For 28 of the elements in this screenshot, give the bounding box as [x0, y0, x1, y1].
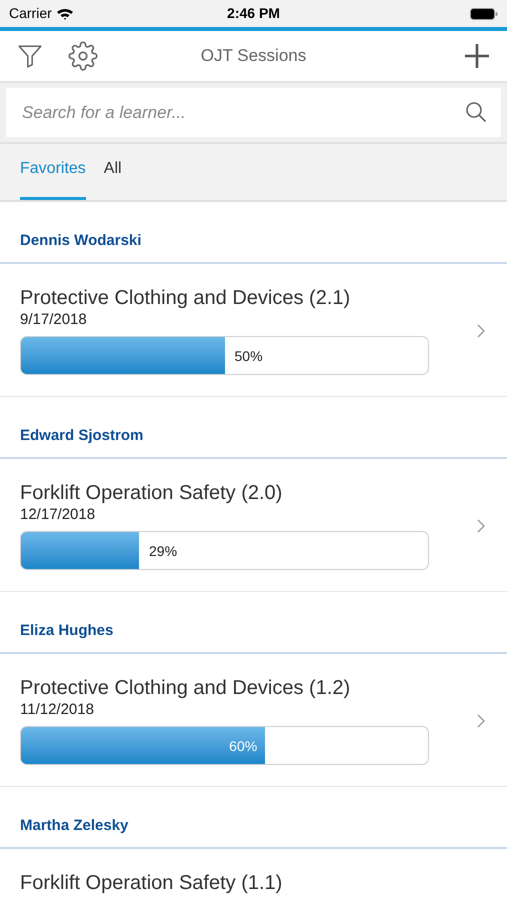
plus-icon[interactable]	[464, 43, 490, 69]
session-date: 9/17/2018	[20, 310, 88, 330]
filter-icon[interactable]	[17, 43, 43, 69]
clock: 2:46 PM	[227, 4, 280, 23]
tab[interactable]: All	[104, 157, 122, 200]
session-date: 11/12/2018	[20, 700, 95, 720]
learner-name: Edward Sjostrom	[20, 427, 144, 444]
chevron-right-icon	[477, 324, 485, 338]
chevron-right-icon	[477, 518, 485, 532]
session-date: 12/17/2018	[20, 505, 96, 525]
progress-reading: 50%	[234, 347, 263, 366]
battery-icon	[470, 8, 498, 20]
settings-icon[interactable]	[68, 41, 98, 71]
wifi-icon	[56, 7, 74, 20]
carrier-label: Carrier	[9, 4, 52, 23]
session-title: Protective Clothing and Devices (2.1)	[20, 286, 352, 310]
session-title: Forklift Operation Safety (2.0)	[20, 481, 284, 505]
learner-name: Martha Zelesky	[20, 817, 128, 834]
learner-name: Dennis Wodarski	[20, 232, 142, 249]
session-title: Forklift Operation Safety (1.1)	[20, 871, 284, 895]
chevron-right-icon	[477, 714, 485, 728]
screen-title: OJT Sessions	[200, 45, 306, 68]
progress-reading: 29%	[149, 542, 178, 561]
progress-reading: 60%	[229, 737, 258, 756]
learner-name: Eliza Hughes	[20, 622, 114, 639]
session-title: Protective Clothing and Devices (1.2)	[20, 676, 352, 700]
search-icon[interactable]	[465, 101, 487, 123]
search-field[interactable]: Search for a learner...	[6, 88, 501, 137]
